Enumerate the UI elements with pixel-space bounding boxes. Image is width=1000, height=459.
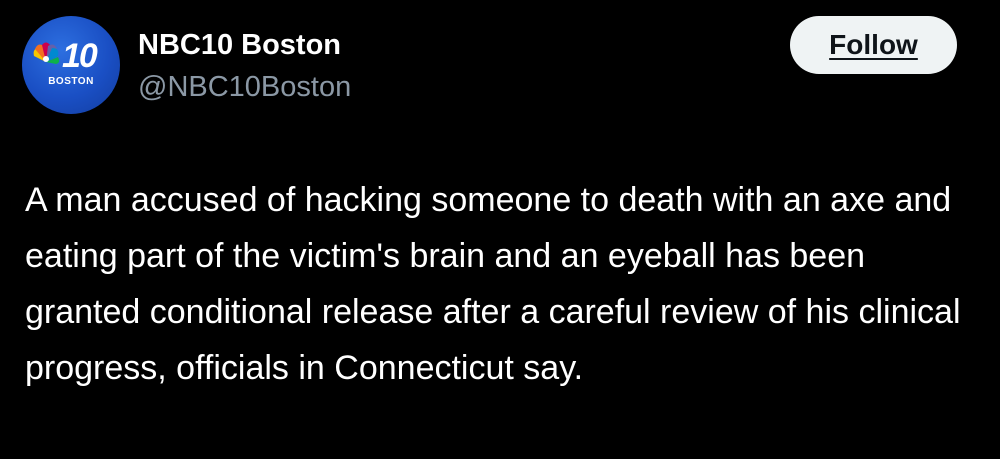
post-text: A man accused of hacking someone to deat…	[25, 181, 961, 387]
avatar[interactable]: 10 BOSTON	[22, 16, 120, 114]
post-card: 10 BOSTON NBC10 Boston @NBC10Boston Foll…	[0, 0, 1000, 459]
author-display-name[interactable]: NBC10 Boston	[138, 28, 341, 62]
author-handle[interactable]: @NBC10Boston	[138, 70, 351, 104]
logo-number: 10	[62, 37, 98, 75]
follow-button[interactable]: Follow	[790, 16, 957, 74]
logo-text: BOSTON	[48, 76, 94, 87]
